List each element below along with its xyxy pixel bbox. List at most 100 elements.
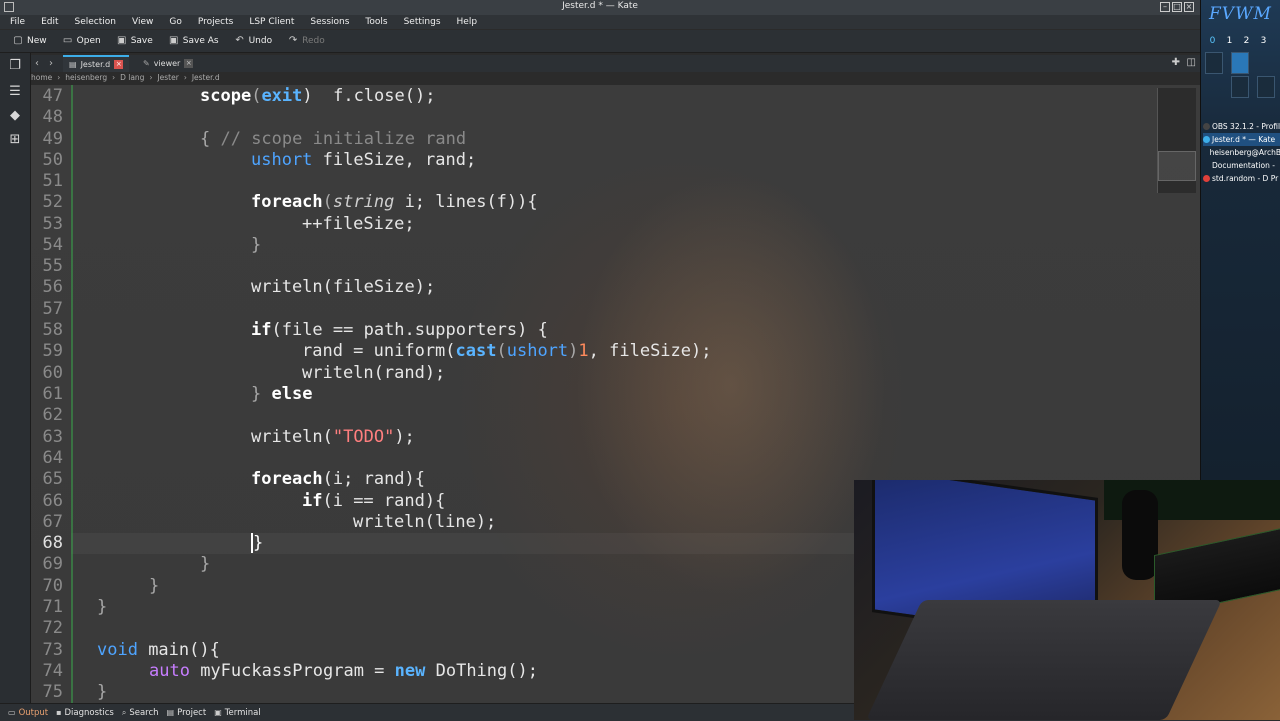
menu-bar: File Edit Selection View Go Projects LSP… [0,15,1200,29]
documents-icon[interactable]: ❐ [8,59,22,73]
undo-button[interactable]: ↶ Undo [232,34,276,48]
open-label: Open [76,36,101,46]
left-sidebar: ❐ ☰ ◆ ⊞ [0,53,31,703]
open-button[interactable]: ▭ Open [60,34,104,48]
modified-lines-marker [71,85,73,703]
code-line: 61} else [31,384,1151,405]
undo-icon: ↶ [235,35,244,46]
line-number: 75 [42,682,63,702]
line-number: 61 [42,384,63,404]
project-button[interactable]: ▤ Project [167,708,207,718]
line-number: 57 [42,299,63,319]
window-list-item[interactable]: heisenberg@ArchB [1203,146,1280,159]
line-number: 70 [42,576,63,596]
terminal-button[interactable]: ▣ Terminal [214,708,260,718]
menu-selection[interactable]: Selection [65,17,122,27]
menu-view[interactable]: View [122,17,159,27]
line-number: 69 [42,554,63,574]
breadcrumb-item[interactable]: D lang [120,73,144,84]
symbols-icon[interactable]: ⊞ [8,133,22,147]
breadcrumb-item[interactable]: heisenberg [65,73,107,84]
project-icon: ▤ [166,708,175,717]
desk-3[interactable]: 3 [1258,36,1269,46]
output-button[interactable]: ▭ Output [8,708,48,718]
line-number: 59 [42,341,63,361]
undo-label: Undo [248,36,273,46]
line-number: 51 [42,171,63,191]
main-toolbar: ▢ New ▭ Open ▣ Save ▣ Save As ↶ Undo ↷ Redo [0,30,1200,53]
tab-viewer[interactable]: ✎ viewer × [137,55,199,72]
code-line: 58 if(file == path.supporters) { [31,320,1151,341]
window-list-item[interactable]: OBS 32.1.2 - Profil [1203,120,1280,133]
maximize-button[interactable]: □ [1172,2,1182,12]
terminal-icon [1203,149,1208,156]
split-view-icon[interactable]: ◫ [1187,57,1196,68]
line-number: 62 [42,405,63,425]
save-button[interactable]: ▣ Save [114,34,156,48]
projects-icon[interactable]: ☰ [8,85,22,99]
save-as-icon: ▣ [169,35,179,46]
window-list-item[interactable]: Jester.d * — Kate [1203,133,1280,146]
menu-go[interactable]: Go [159,17,187,27]
code-line: 49{ // scope initialize rand [31,129,1151,150]
line-number: 72 [42,618,63,638]
pager-cell[interactable] [1205,52,1223,74]
breadcrumb-item[interactable]: Jester.d [192,73,220,84]
code-line: 63 writeln("TODO"); [31,427,1151,448]
diagnostics-icon: ▪ [56,708,62,717]
menu-projects[interactable]: Projects [188,17,239,27]
terminal-icon: ▣ [214,708,222,717]
window-list-item[interactable]: std.random - D Pr [1203,172,1280,185]
browser-icon [1203,175,1210,182]
minimize-button[interactable]: – [1160,2,1170,12]
line-number: 47 [42,86,63,106]
code-line: 48 [31,107,1151,128]
pager[interactable] [1205,52,1277,102]
save-as-button[interactable]: ▣ Save As [166,34,222,48]
line-number: 54 [42,235,63,255]
window-list-item[interactable]: Documentation - [1203,159,1280,172]
new-tab-icon[interactable]: ✚ [1172,57,1180,68]
new-label: New [27,36,47,46]
search-button[interactable]: ⌕ Search [122,708,159,718]
desk-2[interactable]: 2 [1241,36,1252,46]
new-button[interactable]: ▢ New [10,34,50,48]
pager-cell-active[interactable] [1231,52,1249,74]
git-icon[interactable]: ◆ [8,109,22,123]
redo-button[interactable]: ↷ Redo [285,34,328,48]
minimap[interactable] [1157,88,1196,193]
desk-1[interactable]: 1 [1224,36,1235,46]
document-icon [1203,162,1210,169]
pager-cell[interactable] [1257,76,1275,98]
menu-lsp-client[interactable]: LSP Client [239,17,300,27]
menu-help[interactable]: Help [447,17,484,27]
minimap-viewport[interactable] [1158,151,1196,181]
menu-edit[interactable]: Edit [31,17,64,27]
breadcrumb-item[interactable]: home [31,73,52,84]
tab-jester-d[interactable]: ▤ Jester.d × [63,55,130,72]
tab-close-icon[interactable]: × [184,59,194,68]
tab-prev-icon[interactable]: ‹ [35,58,39,69]
menu-file[interactable]: File [0,17,31,27]
pager-cell[interactable] [1231,76,1249,98]
diagnostics-button[interactable]: ▪ Diagnostics [56,708,114,718]
window-titlebar: Jester.d * — Kate – □ × [0,0,1200,16]
code-line: 52 foreach(string i; lines(f)){ [31,192,1151,213]
line-number: 66 [42,491,63,511]
file-icon: ✎ [143,59,150,68]
kate-icon [1203,136,1210,143]
line-number: 65 [42,469,63,489]
menu-sessions[interactable]: Sessions [300,17,355,27]
tab-next-icon[interactable]: › [49,58,53,69]
desk-0[interactable]: 0 [1207,36,1218,46]
code-line: 55 [31,256,1151,277]
breadcrumb-item[interactable]: Jester [157,73,178,84]
tab-close-icon[interactable]: × [114,60,124,69]
fvwm-logo: FVWM [1209,4,1272,24]
webcam-overlay [854,480,1280,720]
menu-tools[interactable]: Tools [355,17,393,27]
line-number: 48 [42,107,63,127]
menu-settings[interactable]: Settings [394,17,447,27]
line-number: 50 [42,150,63,170]
close-button[interactable]: × [1184,2,1194,12]
